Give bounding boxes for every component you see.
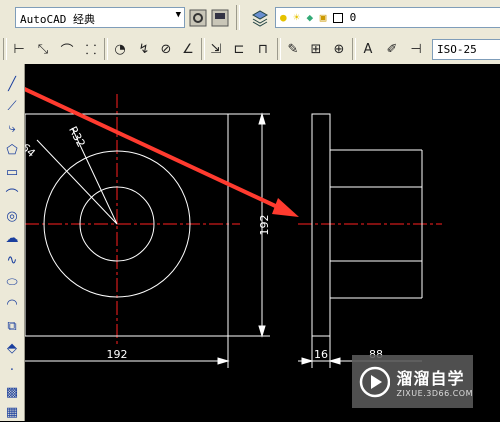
- draw-toolbar: ╱ ⟋ ⤷ ⬠ ▭ ⌒ ◎ ☁ ∿ ⬭ ◠ ⧉ ⬘ · ▩ ▦: [0, 64, 25, 421]
- flange-dim-text: 16: [314, 348, 328, 361]
- watermark-text: 溜溜自学 ZIXUE.3D66.COM: [396, 365, 473, 398]
- dimension-toolbar: ⊢ ⤡ ⌒ ⸬ ◔ ↯ ⊘ ∠ ⇲ ⊏ ⊓ ✎ ⊞ ⊕ A ✐ ⊣ ISO-25: [0, 35, 500, 65]
- quick-dimension-icon[interactable]: ⇲: [206, 38, 226, 60]
- aligned-dimension-icon[interactable]: ⤡: [33, 38, 53, 60]
- tolerance-icon[interactable]: ✎: [283, 38, 303, 60]
- workspace-toolbar: AutoCAD 经典 ▼ ● ☀ ◆ ▣ 0: [0, 0, 500, 36]
- gradient-icon[interactable]: ▦: [1, 402, 23, 422]
- linear-dimension-icon[interactable]: ⊢: [9, 38, 29, 60]
- toolbar-grip: [3, 38, 7, 60]
- watermark-title: 溜溜自学: [396, 369, 465, 388]
- inspect-icon[interactable]: ⊕: [329, 38, 349, 60]
- workspace-settings-icon[interactable]: [188, 7, 208, 29]
- toolbar-divider: [352, 38, 356, 60]
- layers-icon: [251, 10, 269, 27]
- layer-dropdown[interactable]: ● ☀ ◆ ▣ 0: [275, 7, 500, 28]
- toolbar-divider: [104, 38, 108, 60]
- hatch-icon[interactable]: ▩: [1, 382, 23, 402]
- play-logo-icon: [359, 366, 391, 397]
- toolbar-divider: [236, 5, 240, 30]
- polyline-icon[interactable]: ⤷: [1, 118, 23, 138]
- chevron-down-icon[interactable]: ▼: [176, 10, 181, 20]
- arc-length-icon[interactable]: ⌒: [57, 38, 77, 60]
- workspace-dropdown[interactable]: AutoCAD 经典 ▼: [15, 7, 185, 28]
- width-dim-text: 192: [107, 348, 128, 361]
- diameter-dimension-icon[interactable]: ⊘: [156, 38, 176, 60]
- save-workspace-icon[interactable]: [210, 7, 230, 29]
- dimstyle-value: ISO-25: [437, 43, 477, 56]
- lock-icon: ▣: [319, 11, 327, 24]
- dimstyle-dropdown[interactable]: ISO-25: [432, 39, 500, 60]
- rectangle-icon[interactable]: ▭: [1, 162, 23, 182]
- freeze-icon: ◆: [306, 11, 314, 24]
- layer-value: 0: [349, 11, 357, 24]
- save-icon: [211, 9, 229, 27]
- workspace-value: AutoCAD 经典: [20, 13, 95, 26]
- color-swatch: [333, 13, 343, 23]
- line-icon[interactable]: ╱: [1, 74, 23, 94]
- watermark-url: ZIXUE.3D66.COM: [396, 389, 473, 398]
- revision-cloud-icon[interactable]: ☁: [1, 228, 23, 248]
- toolbar-divider: [277, 38, 281, 60]
- height-dim-text: 192: [258, 215, 271, 236]
- arc-icon[interactable]: ⌒: [1, 184, 23, 204]
- radius-dimension-icon[interactable]: ◔: [110, 38, 130, 60]
- ellipse-icon[interactable]: ⬭: [1, 272, 23, 292]
- circle-icon[interactable]: ◎: [1, 206, 23, 226]
- watermark-logo: 溜溜自学 ZIXUE.3D66.COM: [352, 355, 473, 408]
- jogged-dimension-icon[interactable]: ↯: [134, 38, 154, 60]
- dimension-update-icon[interactable]: ⊣: [406, 38, 426, 60]
- polygon-icon[interactable]: ⬠: [1, 140, 23, 160]
- dimension-edit-icon[interactable]: ✐: [382, 38, 402, 60]
- angular-dimension-icon[interactable]: ∠: [178, 38, 198, 60]
- layer-manager-icon[interactable]: [250, 7, 270, 29]
- insert-block-icon[interactable]: ⧉: [1, 316, 23, 336]
- lightbulb-icon: ●: [280, 11, 287, 24]
- baseline-dimension-icon[interactable]: ⊏: [229, 38, 249, 60]
- ordinate-dimension-icon[interactable]: ⸬: [81, 38, 101, 60]
- spline-icon[interactable]: ∿: [1, 250, 23, 270]
- construction-line-icon[interactable]: ⟋: [1, 96, 23, 116]
- gear-icon: [189, 9, 207, 27]
- center-mark-icon[interactable]: ⊞: [306, 38, 326, 60]
- sun-icon: ☀: [293, 11, 300, 24]
- point-icon[interactable]: ·: [1, 360, 23, 380]
- make-block-icon[interactable]: ⬘: [1, 338, 23, 358]
- dimension-text-edit-icon[interactable]: A: [358, 38, 378, 60]
- continue-dimension-icon[interactable]: ⊓: [253, 38, 273, 60]
- toolbar-divider: [201, 38, 205, 60]
- ellipse-arc-icon[interactable]: ◠: [1, 294, 23, 314]
